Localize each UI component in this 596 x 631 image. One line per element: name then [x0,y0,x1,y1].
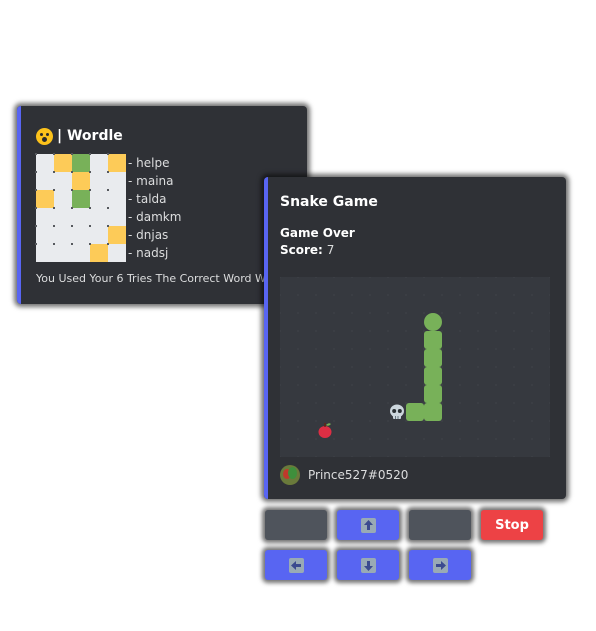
wordle-tile [35,171,54,190]
wordle-footer-text: You Used Your 6 Tries The Correct Word W… [36,272,278,285]
apple-icon [316,421,334,443]
wordle-title-text: | Wordle [57,128,123,144]
wordle-tile [107,171,126,190]
wordle-row: - talda [35,189,181,208]
wordle-tile [71,225,90,244]
author-name: Prince527#0520 [308,468,409,482]
wordle-row: - dnjas [35,225,181,244]
wordle-tile [53,243,72,262]
snake-segment [424,331,442,349]
wordle-tile [53,225,72,244]
right-button[interactable] [409,550,471,580]
embed-accent-bar [264,177,268,499]
snake-head [424,313,442,331]
wordle-tile [107,207,126,226]
wordle-tile [71,171,90,190]
down-button[interactable] [337,550,399,580]
wordle-tile [107,153,126,172]
wordle-tile [53,153,72,172]
arrow-down-icon [360,557,376,573]
avatar [280,465,300,485]
wordle-tile [71,243,90,262]
wordle-guess: - dnjas [128,228,169,242]
wordle-tile [89,207,108,226]
snake-embed: Snake Game Game Over Score: 7 Prince527#… [264,177,566,499]
score-value: 7 [326,243,335,257]
wordle-tile [89,171,108,190]
wordle-tile [35,225,54,244]
wordle-grid: - helpe - maina - talda - damkm - dnjas - nad… [35,153,182,262]
wordle-guess: - nadsj [128,246,169,260]
wordle-title: | Wordle [36,126,123,146]
wordle-guess: - maina [128,174,174,188]
wordle-tile [53,171,72,190]
wordle-tile [89,225,108,244]
wordle-tile [35,153,54,172]
embed-accent-bar [17,106,21,304]
wordle-guess: - talda [128,192,167,206]
wordle-row: - damkm [35,207,182,226]
wordle-tile [71,189,90,208]
wordle-tile [35,189,54,208]
wordle-tile [53,189,72,208]
blank-button-right[interactable] [409,510,471,540]
wordle-tile [89,243,108,262]
up-button[interactable] [337,510,399,540]
snake-segment [406,403,424,421]
blank-button-left[interactable] [265,510,327,540]
wordle-guess: - damkm [128,210,182,224]
wordle-tile [89,153,108,172]
wordle-row: - nadsj [35,243,181,262]
snake-segment [424,403,442,421]
game-over-label: Game Over [280,226,355,240]
wordle-tile [53,207,72,226]
author: Prince527#0520 [280,465,408,485]
wordle-tile [89,189,108,208]
snake-segment [424,367,442,385]
wordle-tile [71,153,90,172]
wordle-guess: - helpe [128,156,170,170]
arrow-right-icon [432,557,448,573]
snake-segment [424,349,442,367]
wordle-row: - helpe [35,153,181,172]
wordle-tile [71,207,90,226]
stop-button[interactable]: Stop [481,510,543,540]
wordle-tile [107,189,126,208]
snake-status: Game Over Score: 7 [280,225,355,259]
arrow-left-icon [288,557,304,573]
left-button[interactable] [265,550,327,580]
snake-title: Snake Game [280,194,378,210]
snake-board [280,277,550,457]
wordle-tile [107,243,126,262]
skull-icon [388,403,406,425]
astonished-face-icon [36,127,53,145]
wordle-tile [35,243,54,262]
wordle-tile [35,207,54,226]
arrow-up-icon [360,517,376,533]
score-label: Score: [280,243,323,257]
wordle-row: - maina [35,171,181,190]
snake-segment [424,385,442,403]
wordle-tile [107,225,126,244]
